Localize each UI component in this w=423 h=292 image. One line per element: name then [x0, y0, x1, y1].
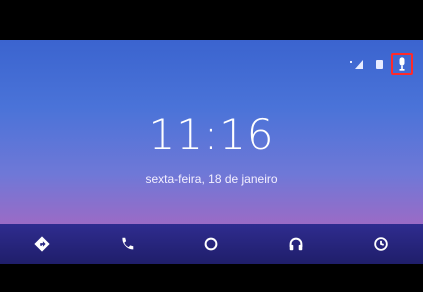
clock-date: sexta-feira, 18 de janeiro [145, 172, 278, 186]
phone-icon [122, 237, 134, 250]
signal-icon [350, 60, 363, 69]
microphone-icon [399, 57, 405, 71]
headphones-icon [289, 237, 303, 251]
navigation-icon [34, 236, 50, 252]
battery-icon [376, 59, 383, 69]
bottom-navigation-bar [0, 224, 423, 264]
navigation-button[interactable] [27, 229, 57, 259]
home-button[interactable] [196, 229, 226, 259]
clock-time: 11:16 [148, 110, 275, 159]
android-auto-home-screen: 11:16 sexta-feira, 18 de janeiro [0, 40, 423, 264]
audio-button[interactable] [281, 229, 311, 259]
microphone-button[interactable] [391, 53, 413, 75]
phone-button[interactable] [112, 229, 142, 259]
recents-button[interactable] [366, 229, 396, 259]
recents-icon [373, 237, 388, 251]
status-bar [350, 52, 413, 76]
home-icon [205, 237, 218, 251]
